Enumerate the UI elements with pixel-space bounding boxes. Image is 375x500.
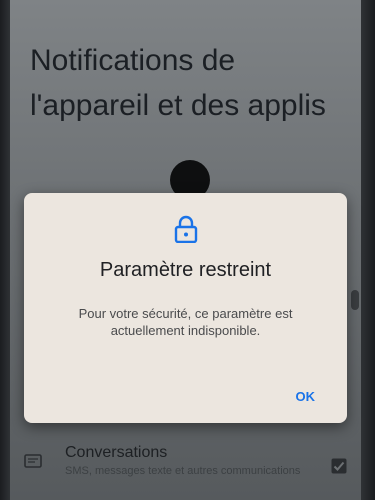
ok-button[interactable]: OK — [290, 385, 322, 408]
restricted-setting-dialog: Paramètre restreint Pour votre sécurité,… — [24, 193, 347, 423]
phone-screen: Notifications de l'appareil et des appli… — [0, 0, 375, 500]
list-item-title: Conversations — [65, 444, 168, 461]
message-icon — [24, 454, 42, 468]
dialog-title: Paramètre restreint — [99, 259, 272, 281]
lock-icon — [174, 215, 198, 243]
dialog-message: Pour votre sécurité, ce paramètre est ac… — [78, 306, 293, 338]
list-item-subtitle: SMS, messages texte et autres communicat… — [65, 465, 301, 477]
page-title: Notifications de l'appareil et des appli… — [30, 44, 326, 122]
list-item-conversations[interactable]: Conversations SMS, messages texte et aut… — [10, 438, 361, 500]
checkbox-checked-icon[interactable] — [331, 458, 347, 474]
device-bezel-left — [0, 0, 10, 500]
device-bezel-right — [361, 0, 375, 500]
toggle-switch[interactable] — [351, 290, 359, 310]
